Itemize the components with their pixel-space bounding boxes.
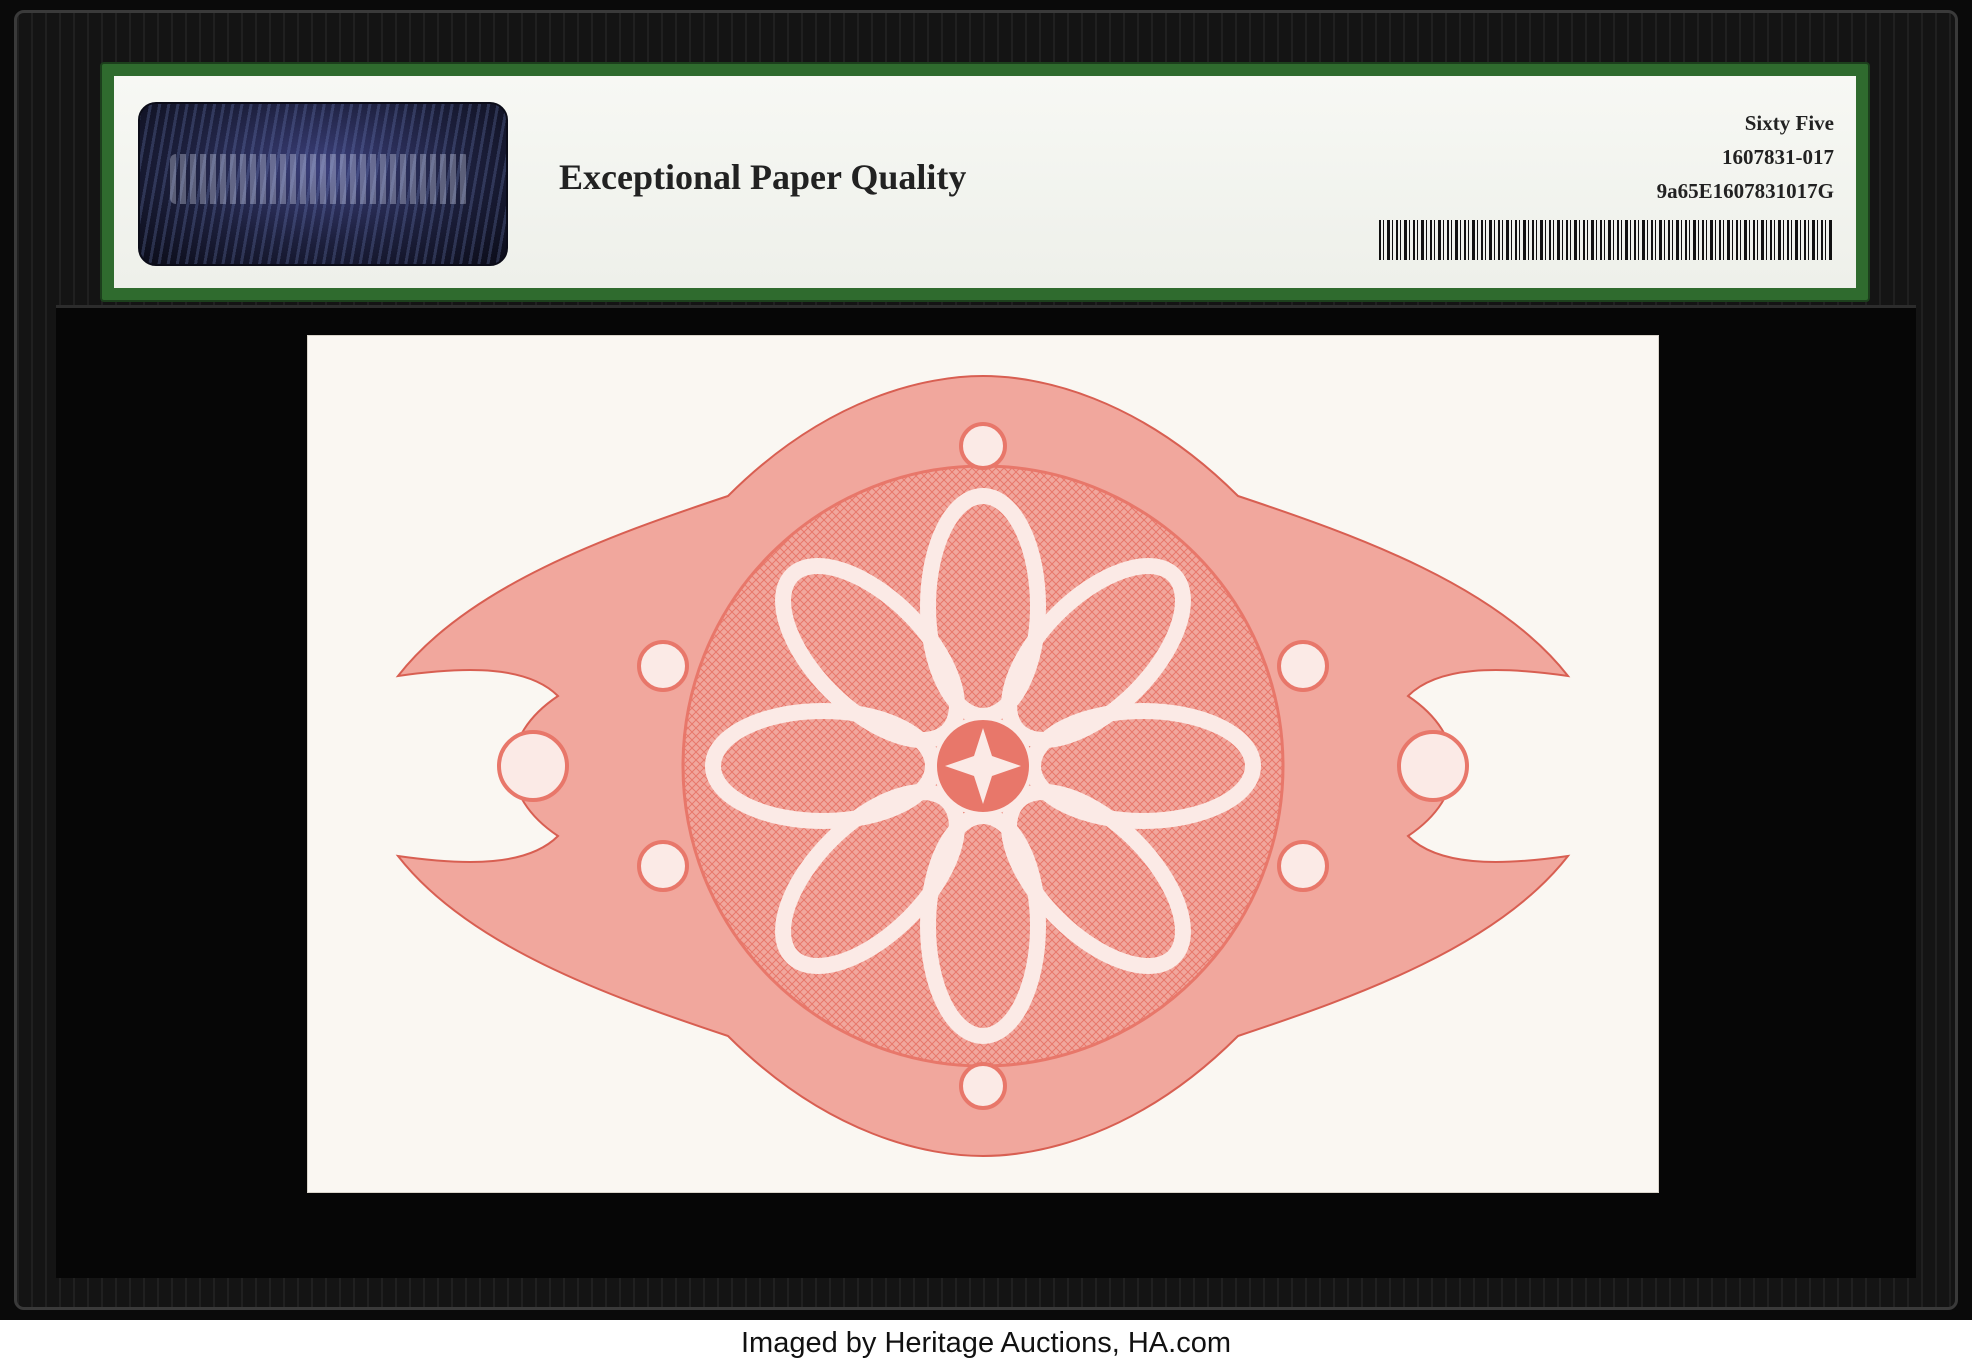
grade-text: Sixty Five — [1744, 111, 1834, 135]
label-details: Sixty Five 1607831-017 9a65E1607831017G — [1657, 106, 1834, 208]
banknote-back — [308, 336, 1658, 1192]
label-title: Exceptional Paper Quality — [559, 157, 967, 197]
rosette-ornament — [395, 374, 1571, 1158]
hologram-pattern — [170, 154, 470, 204]
barcode-text: 9a65E1607831017G — [1656, 179, 1834, 203]
grading-label: Exceptional Paper Quality Sixty Five 160… — [100, 62, 1870, 302]
barcode — [1379, 220, 1834, 260]
image-credit-caption: Imaged by Heritage Auctions, HA.com — [740, 1327, 1231, 1359]
cert-number: 1607831-017 — [1722, 145, 1834, 169]
hologram-icon — [138, 102, 508, 266]
slab-photo: Exceptional Paper Quality Sixty Five 160… — [0, 0, 1972, 1320]
label-face: Exceptional Paper Quality Sixty Five 160… — [114, 76, 1856, 288]
